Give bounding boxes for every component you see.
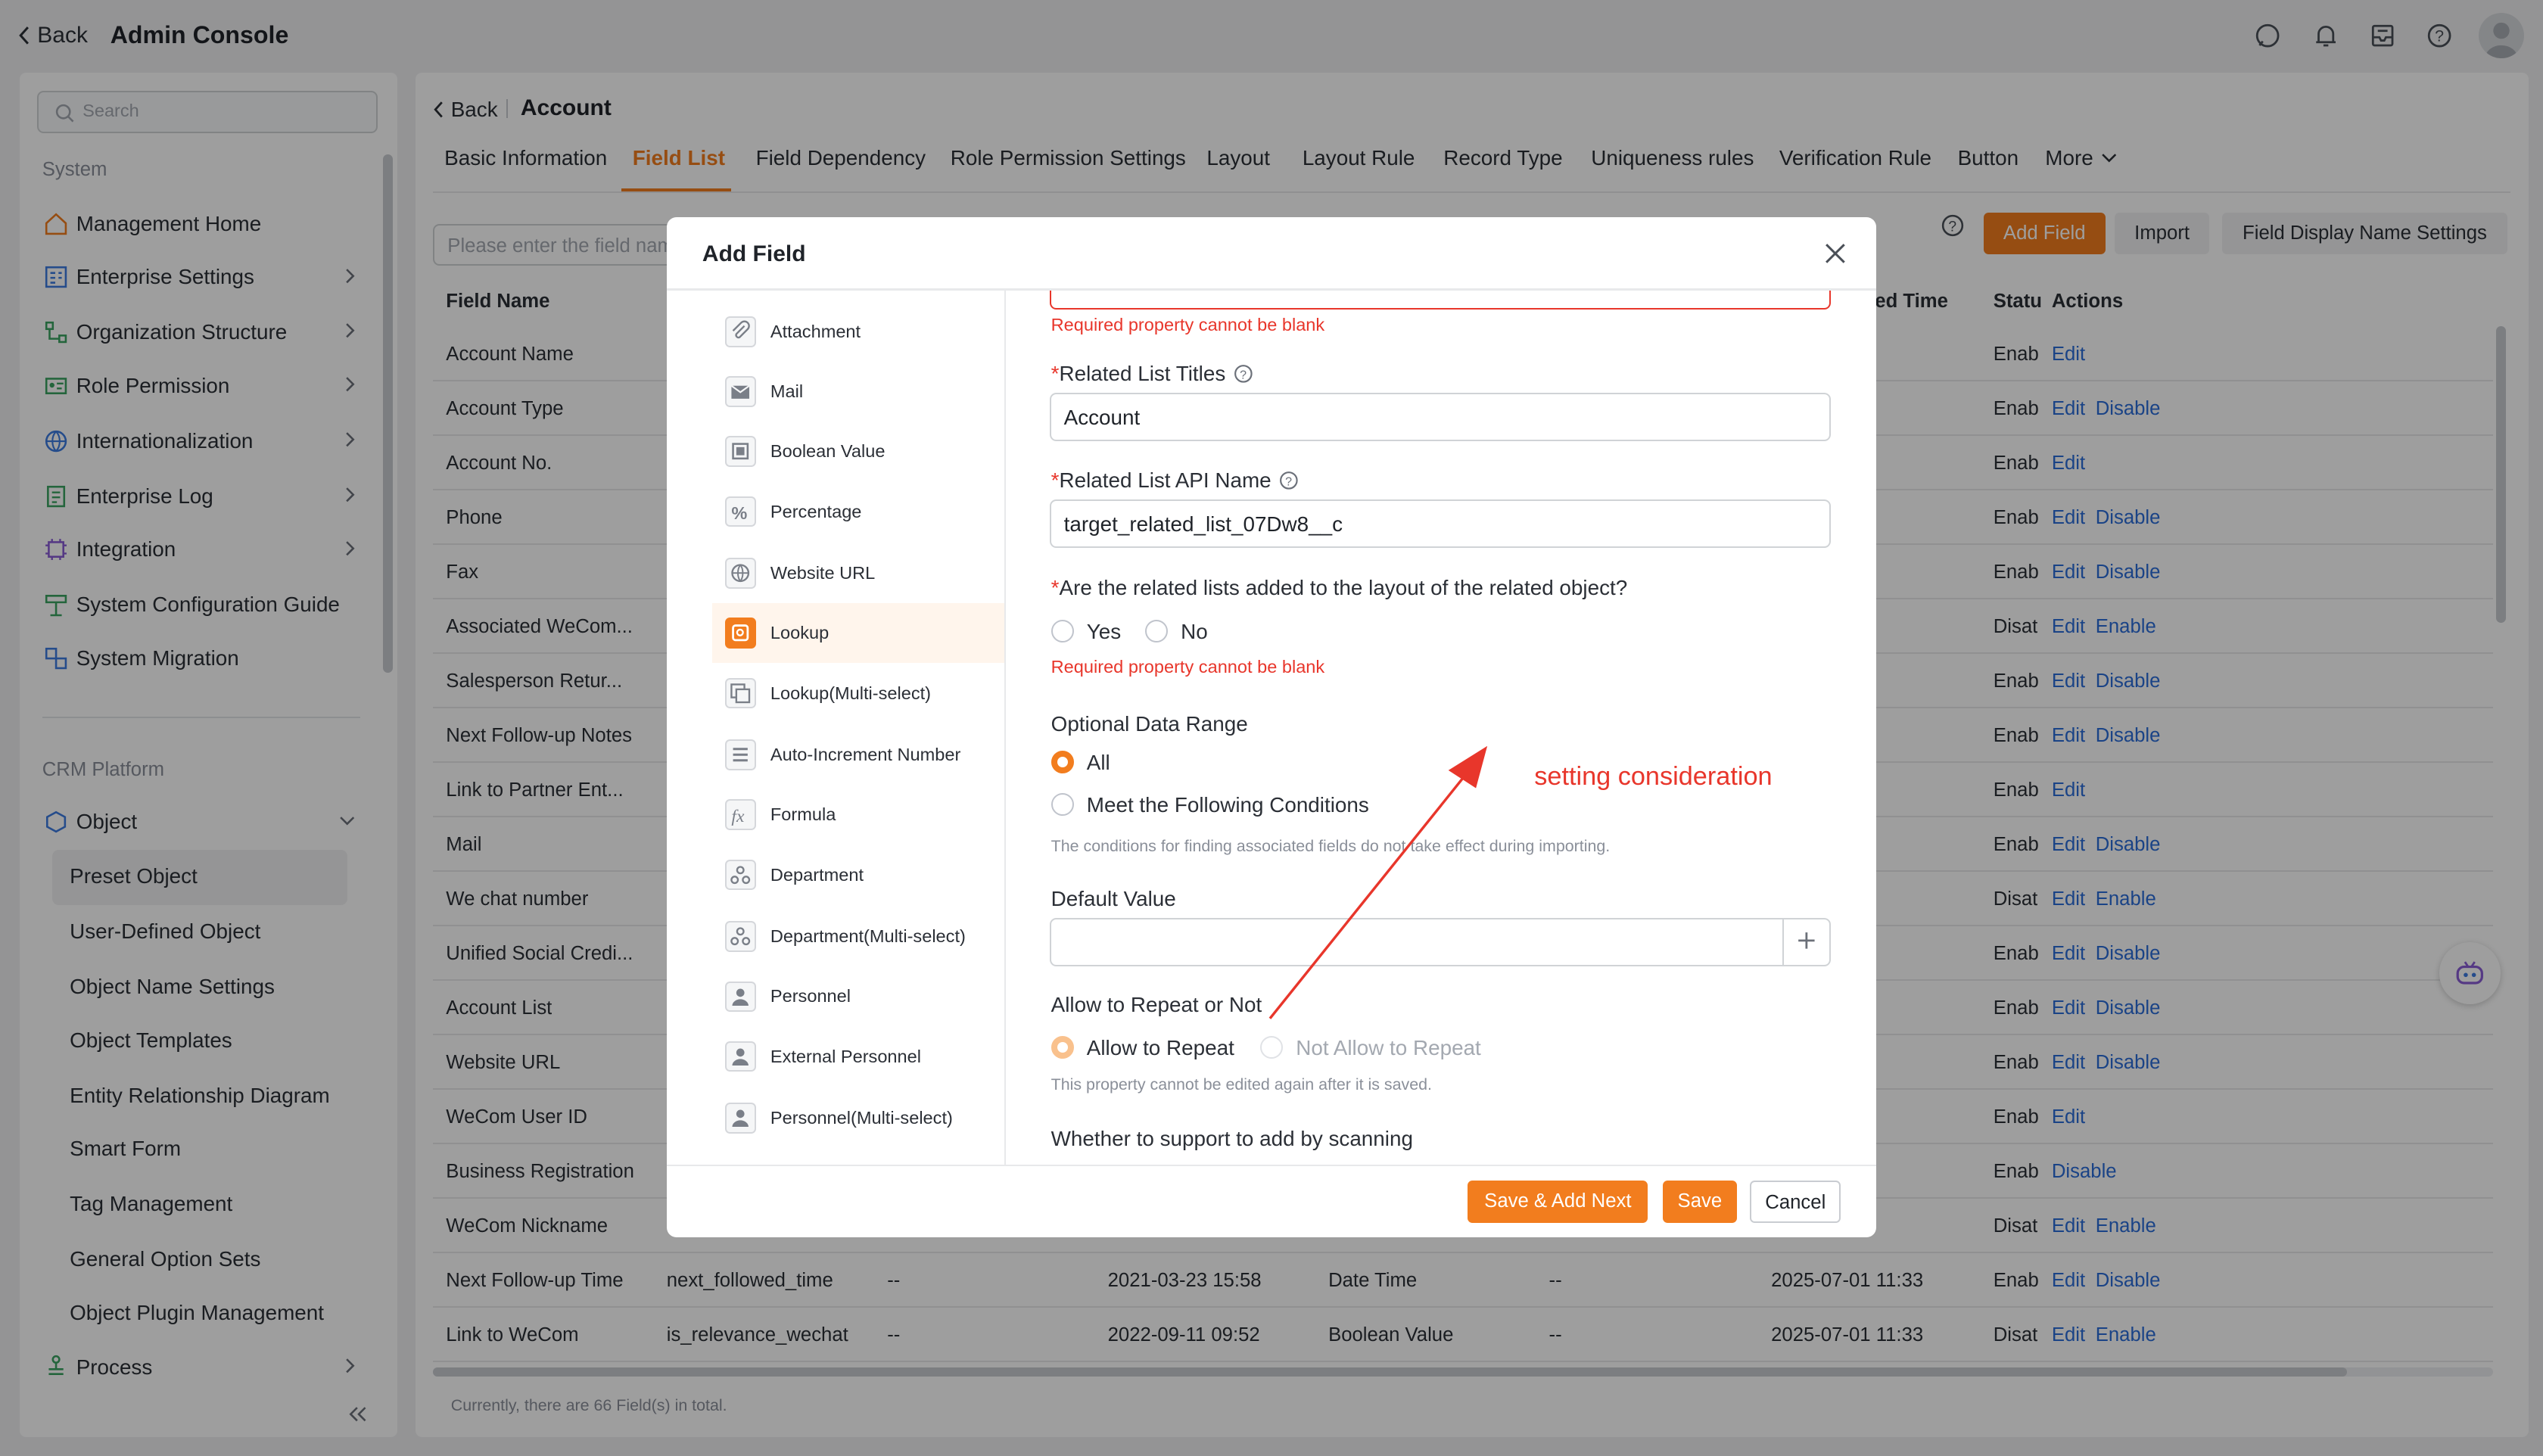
percent-icon: % — [724, 496, 756, 527]
related-list-titles-input[interactable]: Account — [1049, 392, 1832, 441]
required-mark: * — [1051, 468, 1060, 493]
no-radio[interactable] — [1144, 619, 1168, 642]
required-mark: * — [1051, 575, 1060, 599]
allow-repeat-label: Allow to Repeat — [1086, 1036, 1234, 1060]
mail-icon — [724, 376, 756, 407]
globe-icon — [724, 558, 756, 589]
field-type-external-personnel[interactable]: External Personnel — [712, 1027, 1004, 1087]
optional-data-range-label: Optional Data Range — [1051, 711, 1248, 736]
close-icon[interactable] — [1825, 243, 1846, 264]
default-value-label: Default Value — [1051, 887, 1176, 911]
add-field-dialog: Add Field Attachment Mail Boolean Value … — [666, 217, 1877, 1238]
divider — [1004, 290, 1006, 1165]
person-multi-icon — [724, 1103, 756, 1134]
error-message: Required property cannot be blank — [1051, 656, 1325, 677]
layout-question-label: *Are the related lists added to the layo… — [1051, 575, 1628, 599]
person-icon — [724, 981, 756, 1013]
svg-text:?: ? — [1285, 475, 1292, 489]
department-icon — [724, 859, 756, 891]
related-list-titles-label: * Related List Titles? — [1051, 362, 1253, 386]
svg-text:?: ? — [1240, 368, 1247, 381]
repeat-hint: This property cannot be edited again aft… — [1051, 1075, 1432, 1094]
range-conditions-radio[interactable] — [1051, 792, 1074, 816]
field-type-mail[interactable]: Mail — [712, 362, 1004, 422]
field-type-attachment[interactable]: Attachment — [712, 302, 1004, 362]
field-type-lookup[interactable]: Lookup — [711, 603, 1004, 664]
svg-text:fx: fx — [731, 807, 745, 826]
default-value-input[interactable] — [1049, 917, 1832, 967]
related-list-api-name-label: * Related List API Name? — [1051, 468, 1299, 493]
field-type-percentage[interactable]: % Percentage — [712, 481, 1004, 541]
field-type-department-multi-select[interactable]: Department(Multi-select) — [712, 907, 1004, 966]
department-multi-icon — [724, 921, 756, 952]
required-mark: * — [1051, 361, 1060, 385]
formula-icon: fx — [724, 799, 756, 831]
not-allow-repeat-radio[interactable] — [1260, 1036, 1284, 1059]
range-conditions-label: Meet the Following Conditions — [1086, 792, 1369, 817]
no-radio-label: No — [1181, 619, 1208, 643]
plus-icon[interactable] — [1797, 931, 1816, 950]
field-type-personnel-multi-select[interactable]: Personnel(Multi-select) — [712, 1088, 1004, 1148]
field-type-department[interactable]: Department — [712, 845, 1004, 904]
range-all-radio[interactable] — [1051, 751, 1074, 774]
field-type-auto-increment-number[interactable]: Auto-Increment Number — [712, 725, 1004, 785]
related-list-api-name-input[interactable]: target_related_list_07Dw8__c — [1049, 499, 1832, 549]
field-type-formula[interactable]: fx Formula — [712, 785, 1004, 845]
range-all-label: All — [1086, 751, 1110, 775]
range-hint: The conditions for finding associated fi… — [1051, 836, 1611, 855]
divider — [1782, 919, 1785, 966]
dialog-title: Add Field — [702, 241, 806, 267]
field-type-lookup-multi-select[interactable]: Lookup(Multi-select) — [712, 663, 1004, 723]
previous-input-error[interactable] — [1049, 290, 1832, 310]
info-icon: ? — [1234, 364, 1253, 384]
divider — [666, 1164, 1877, 1166]
external-person-icon — [724, 1041, 756, 1072]
scan-support-label: Whether to support to add by scanning — [1051, 1127, 1413, 1151]
info-icon: ? — [1279, 471, 1299, 490]
repeat-label: Allow to Repeat or Not — [1051, 992, 1262, 1016]
field-type-website-url[interactable]: Website URL — [712, 543, 1004, 603]
save-button[interactable]: Save — [1662, 1181, 1738, 1223]
save-add-next-button[interactable]: Save & Add Next — [1468, 1181, 1648, 1223]
boolean-icon — [724, 436, 756, 468]
lookup-multi-icon — [724, 677, 756, 709]
cancel-button[interactable]: Cancel — [1750, 1181, 1841, 1223]
lookup-icon — [724, 618, 756, 649]
allow-repeat-radio[interactable] — [1051, 1036, 1074, 1059]
field-type-boolean-value[interactable]: Boolean Value — [712, 422, 1004, 481]
yes-radio-label: Yes — [1086, 619, 1122, 643]
not-allow-repeat-label: Not Allow to Repeat — [1296, 1036, 1481, 1060]
list-icon — [724, 739, 756, 770]
svg-text:%: % — [731, 503, 747, 523]
error-message: Required property cannot be blank — [1051, 314, 1325, 334]
yes-radio[interactable] — [1051, 619, 1074, 642]
field-type-personnel[interactable]: Personnel — [712, 966, 1004, 1026]
attachment-icon — [724, 316, 756, 347]
